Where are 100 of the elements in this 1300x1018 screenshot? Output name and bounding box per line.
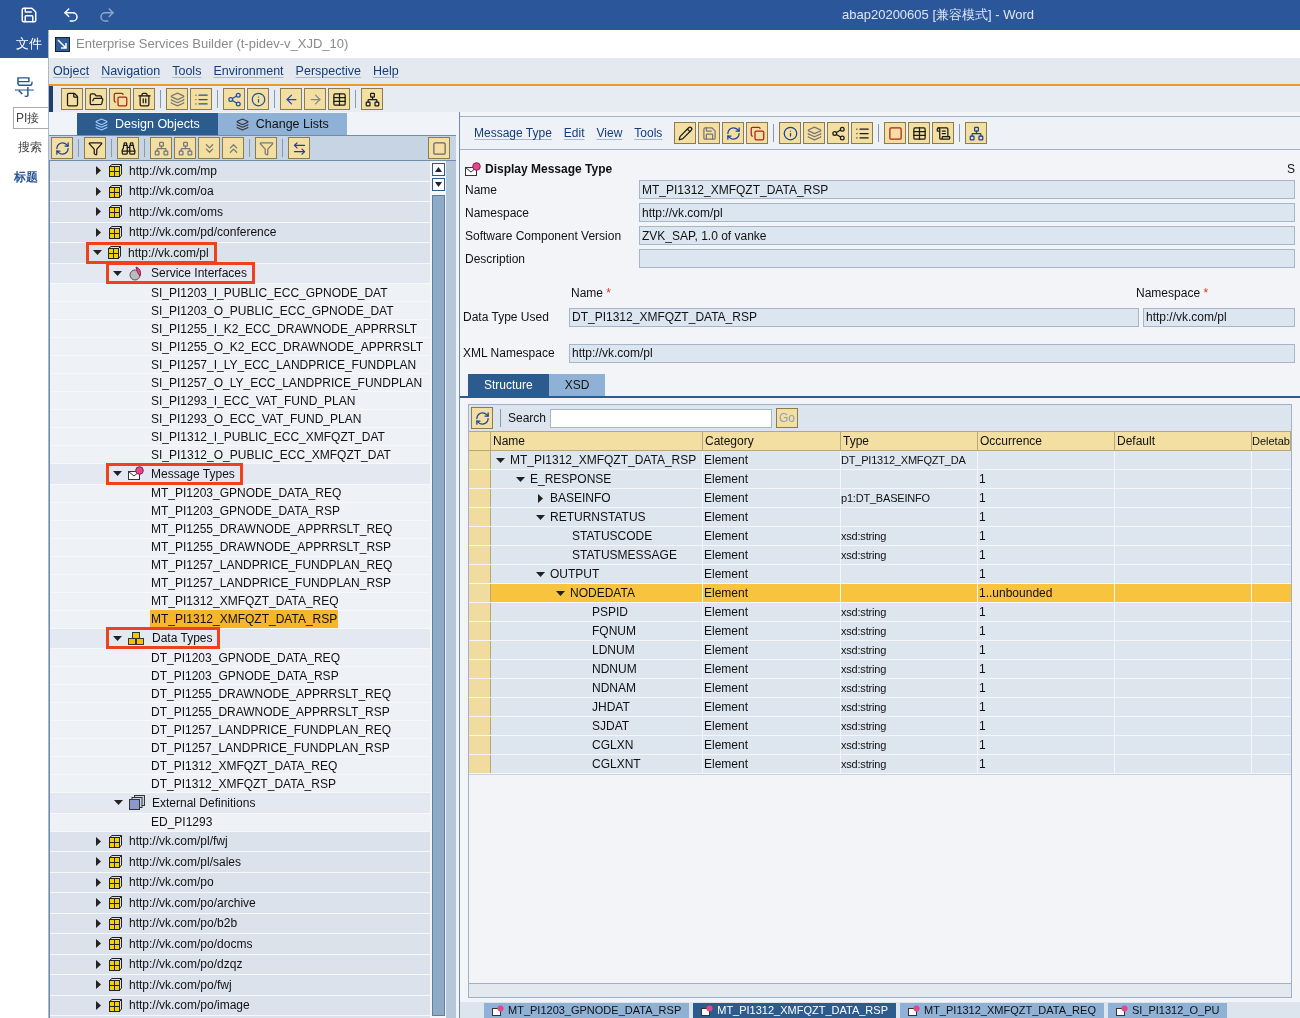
tree-item[interactable]: http://vk.com/pl/sales bbox=[128, 852, 243, 871]
text-field[interactable]: DT_PI1312_XMFQZT_DATA_RSP bbox=[569, 307, 1139, 327]
text-field[interactable]: MT_PI1312_XMFQZT_DATA_RSP bbox=[639, 180, 1295, 199]
tree-item[interactable]: http://vk.com/po/dzqz bbox=[128, 955, 244, 974]
share-icon[interactable] bbox=[827, 122, 850, 144]
tree-item[interactable]: ED_PI1293 bbox=[150, 813, 214, 831]
collapsed-arrow-icon[interactable] bbox=[94, 836, 103, 846]
hierarchy-icon[interactable] bbox=[150, 137, 172, 159]
tree-item[interactable]: http://vk.com/po/docms bbox=[128, 934, 254, 953]
list-icon[interactable] bbox=[190, 88, 212, 110]
layers-icon[interactable] bbox=[166, 88, 188, 110]
column-header[interactable]: Name bbox=[491, 432, 703, 450]
document-tab[interactable]: MT_PI1312_XMFQZT_DATA_RSP bbox=[693, 1003, 896, 1018]
menu-item[interactable]: Navigation bbox=[101, 61, 161, 81]
swap-icon[interactable] bbox=[288, 137, 310, 159]
refresh-icon[interactable] bbox=[51, 137, 73, 159]
panel-tab[interactable]: Change Lists bbox=[217, 113, 347, 135]
text-field[interactable]: http://vk.com/pl bbox=[639, 203, 1295, 222]
collapsed-arrow-icon[interactable] bbox=[94, 186, 103, 196]
editor-menu-item[interactable]: Tools bbox=[634, 124, 663, 142]
text-field[interactable]: http://vk.com/pl bbox=[569, 343, 1295, 363]
expanded-arrow-icon[interactable] bbox=[516, 474, 525, 484]
collapsed-arrow-icon[interactable] bbox=[94, 918, 103, 928]
search-field[interactable] bbox=[550, 408, 773, 428]
tree-item[interactable]: MT_PI1312_XMFQZT_DATA_RSP bbox=[150, 610, 339, 628]
text-field[interactable]: http://vk.com/pl bbox=[1143, 307, 1295, 327]
expanded-arrow-icon[interactable] bbox=[113, 469, 122, 479]
network-icon[interactable] bbox=[361, 88, 383, 110]
tree-item[interactable]: http://vk.com/po bbox=[128, 873, 215, 892]
pencil-icon[interactable] bbox=[674, 122, 697, 144]
info-icon[interactable] bbox=[247, 88, 269, 110]
tree-item[interactable]: http://vk.com/oms bbox=[128, 202, 225, 221]
refresh-icon[interactable] bbox=[471, 407, 493, 429]
save-icon[interactable] bbox=[698, 122, 721, 144]
open-icon[interactable] bbox=[85, 88, 107, 110]
expanded-arrow-icon[interactable] bbox=[113, 268, 122, 278]
expanded-arrow-icon[interactable] bbox=[536, 569, 545, 579]
selected-row[interactable]: NODEDATA Element 1..unbounded bbox=[469, 584, 1291, 603]
tree-item[interactable]: http://vk.com/po/b2b bbox=[128, 914, 239, 933]
collapsed-arrow-icon[interactable] bbox=[94, 980, 103, 990]
delete-icon[interactable] bbox=[133, 88, 155, 110]
expanded-arrow-icon[interactable] bbox=[536, 512, 545, 522]
collapsed-arrow-icon[interactable] bbox=[94, 207, 103, 217]
headings-tab[interactable]: 标题 bbox=[14, 168, 48, 186]
tree-item[interactable]: http://vk.com/po/archive bbox=[128, 893, 257, 912]
collapsed-arrow-icon[interactable] bbox=[94, 227, 103, 237]
copy-icon[interactable] bbox=[746, 122, 769, 144]
editor-tab[interactable]: Structure bbox=[468, 374, 549, 396]
scrollbar[interactable] bbox=[469, 983, 1291, 997]
editor-menu-item[interactable]: View bbox=[596, 124, 623, 142]
network-icon[interactable] bbox=[965, 122, 988, 144]
redo-icon[interactable] bbox=[98, 6, 116, 24]
column-header[interactable]: Occurrence bbox=[978, 432, 1115, 450]
collapsed-arrow-icon[interactable] bbox=[94, 857, 103, 867]
column-header[interactable]: Deletab bbox=[1252, 432, 1291, 450]
collapsed-arrow-icon[interactable] bbox=[94, 939, 103, 949]
editor-menu-item[interactable]: Edit bbox=[563, 124, 585, 142]
expanded-arrow-icon[interactable] bbox=[496, 455, 505, 465]
collapse-all-icon[interactable] bbox=[222, 137, 244, 159]
panel-tab[interactable]: Design Objects bbox=[77, 113, 218, 135]
editor-tab[interactable]: XSD bbox=[548, 374, 606, 396]
filter-icon[interactable] bbox=[84, 137, 106, 159]
column-header[interactable]: Category bbox=[703, 432, 841, 450]
tree-item[interactable]: http://vk.com/pl/fwj bbox=[128, 832, 229, 851]
expanded-arrow-icon[interactable] bbox=[113, 633, 122, 643]
expand-all-icon[interactable] bbox=[198, 137, 220, 159]
table-icon[interactable] bbox=[328, 88, 350, 110]
expanded-arrow-icon[interactable] bbox=[93, 248, 102, 258]
menu-item[interactable]: Environment bbox=[213, 61, 284, 81]
document-tab[interactable]: MT_PI1312_XMFQZT_DATA_REQ bbox=[900, 1003, 1104, 1018]
new-icon[interactable] bbox=[61, 88, 83, 110]
collapsed-arrow-icon[interactable] bbox=[94, 1000, 103, 1010]
undo-icon[interactable] bbox=[62, 6, 80, 24]
info-icon[interactable] bbox=[779, 122, 802, 144]
tree-item[interactable]: http://vk.com/po/image bbox=[128, 996, 251, 1015]
menu-item[interactable]: Tools bbox=[172, 61, 202, 81]
back-icon[interactable] bbox=[280, 88, 302, 110]
scroll-down-icon[interactable] bbox=[431, 178, 445, 191]
tree-item[interactable]: http://vk.com/oa bbox=[128, 182, 215, 201]
editor-menu-item[interactable]: Message Type bbox=[474, 124, 552, 142]
tree-item[interactable]: http://vk.com/pl bbox=[127, 243, 210, 262]
menu-item[interactable]: Object bbox=[53, 61, 90, 81]
list-icon[interactable] bbox=[851, 122, 874, 144]
scroll-icon[interactable] bbox=[932, 122, 955, 144]
text-field[interactable]: ZVK_SAP, 1.0 of vanke bbox=[639, 226, 1295, 245]
expanded-arrow-icon[interactable] bbox=[114, 798, 123, 808]
document-tab[interactable]: SI_PI1312_O_PU bbox=[1107, 1003, 1228, 1018]
column-header[interactable]: Type bbox=[841, 432, 978, 450]
menu-item[interactable]: Perspective bbox=[295, 61, 361, 81]
collapsed-arrow-icon[interactable] bbox=[94, 959, 103, 969]
collapsed-arrow-icon[interactable] bbox=[94, 898, 103, 908]
text-field[interactable] bbox=[639, 249, 1295, 268]
tree-item[interactable]: http://vk.com/pd/conference bbox=[128, 223, 278, 242]
collapsed-arrow-icon[interactable] bbox=[536, 493, 545, 503]
scroll-up-icon[interactable] bbox=[431, 163, 445, 176]
expanded-arrow-icon[interactable] bbox=[556, 588, 565, 598]
funnel-icon[interactable] bbox=[255, 137, 277, 159]
tree-item[interactable]: http://vk.com/mp bbox=[128, 161, 219, 180]
scrollbar[interactable] bbox=[430, 161, 446, 1018]
collapsed-arrow-icon[interactable] bbox=[94, 166, 103, 176]
